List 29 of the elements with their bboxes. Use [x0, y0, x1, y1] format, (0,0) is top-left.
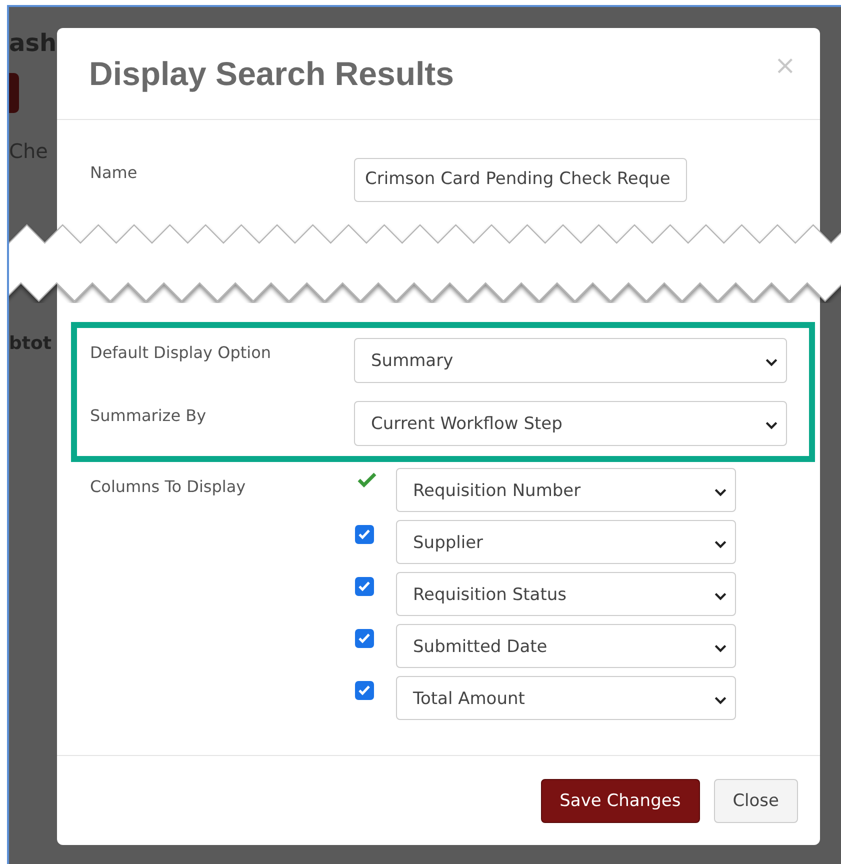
caret-icon: [714, 696, 727, 705]
save-button[interactable]: Save Changes: [540, 778, 700, 822]
checkbox[interactable]: [355, 577, 374, 596]
caret-icon: [714, 540, 727, 549]
select-field[interactable]: Supplier: [396, 520, 736, 564]
select-field[interactable]: Total Amount: [396, 676, 736, 720]
caret-icon: [714, 644, 727, 653]
checkbox[interactable]: [355, 629, 374, 648]
name-field[interactable]: Crimson Card Pending Check Reque: [354, 158, 687, 202]
caret-icon: [765, 421, 778, 430]
page-button[interactable]: [9, 73, 19, 113]
checkbox[interactable]: [355, 525, 374, 544]
checkbox[interactable]: [355, 681, 374, 700]
select-field[interactable]: Requisition Number: [396, 468, 736, 512]
field-label: Summarize By: [90, 405, 208, 425]
field-label: Columns To Display: [90, 476, 247, 496]
select-field[interactable]: Submitted Date: [396, 624, 736, 668]
select-field[interactable]: Current Workflow Step: [354, 401, 787, 446]
caret-icon: [714, 592, 727, 601]
page-heading: ash: [9, 29, 57, 57]
field-label: Name: [90, 162, 138, 182]
select-field[interactable]: Requisition Status: [396, 572, 736, 616]
page-column-header: btot: [9, 333, 52, 354]
dialog-title: Display Search Results: [89, 54, 454, 92]
close-button[interactable]: Close: [714, 778, 798, 822]
field-label: Default Display Option: [90, 342, 272, 362]
select-field[interactable]: Summary: [354, 338, 787, 383]
caret-icon: [714, 488, 727, 497]
caret-icon: [765, 358, 778, 367]
